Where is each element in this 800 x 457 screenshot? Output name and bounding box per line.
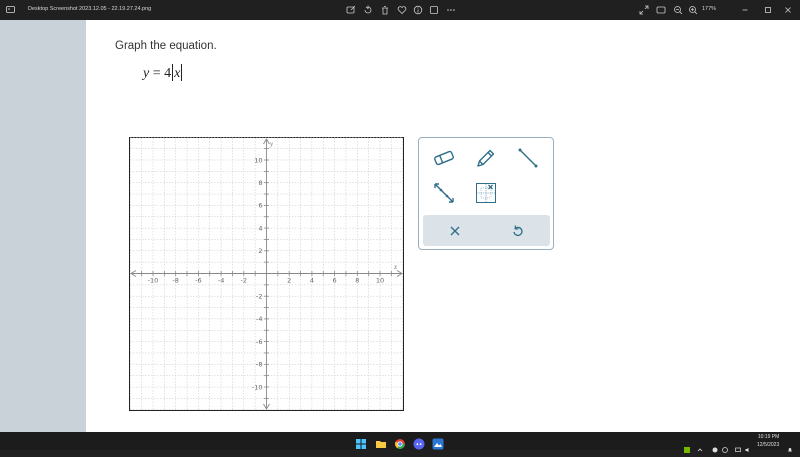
y-tick-label: -6 (256, 338, 262, 346)
question-prompt: Graph the equation. (115, 40, 217, 52)
undo-icon (513, 225, 523, 236)
volume-icon[interactable] (745, 438, 751, 453)
x-tick-label: -2 (241, 277, 247, 285)
y-tick-label: -2 (256, 293, 262, 301)
edit-icon[interactable] (346, 5, 356, 15)
equation-lhs: y (143, 66, 150, 81)
y-tick-label: 4 (258, 224, 262, 232)
y-tick-label: 10 (254, 156, 262, 164)
notification-icon[interactable] (787, 438, 793, 452)
minimize-icon[interactable] (740, 5, 750, 15)
x-tick-label: -4 (218, 277, 224, 285)
line-segment-tool[interactable] (515, 145, 541, 171)
clock[interactable]: 10:19 PM 12/5/2023 (757, 433, 779, 449)
pencil-icon (477, 149, 495, 167)
y-tick-label: -10 (252, 383, 263, 391)
delete-icon[interactable] (380, 5, 390, 15)
nvidia-icon[interactable] (684, 438, 690, 453)
file-explorer-icon[interactable] (375, 435, 387, 448)
chrome-icon[interactable] (394, 435, 406, 449)
expand-icon[interactable] (639, 5, 649, 15)
start-icon[interactable] (355, 435, 367, 449)
taskbar: 10:19 PM 12/5/2023 (0, 432, 800, 453)
x-tick-label: 4 (310, 277, 314, 285)
clear-button[interactable] (444, 220, 466, 242)
network-icon[interactable] (735, 438, 741, 452)
discord-icon[interactable] (413, 435, 425, 450)
info-icon[interactable] (413, 5, 423, 15)
equation-equals: = (152, 66, 161, 81)
x-tick-label: -10 (148, 277, 159, 285)
rotate-icon[interactable] (363, 5, 373, 15)
y-tick-label: -4 (256, 315, 262, 323)
photos-app-icon (6, 5, 15, 14)
graph-tools-panel (418, 137, 554, 250)
point-tool[interactable] (473, 180, 499, 206)
window-title: Desktop Screenshot 2023.12.05 - 22.19.27… (28, 6, 152, 12)
point-grid-icon (476, 183, 496, 203)
abs-bar-left (172, 64, 174, 81)
zoom-out-icon[interactable] (673, 5, 683, 15)
y-tick-label: 6 (258, 202, 262, 210)
x-tick-label: -6 (195, 277, 201, 285)
clock-time: 10:19 PM (757, 434, 780, 440)
y-tick-label: 2 (258, 247, 262, 255)
y-tick-label: -8 (256, 361, 262, 369)
zoom-in-icon[interactable] (688, 5, 698, 15)
x-tick-label: 6 (333, 277, 337, 285)
tool-actions-bar (423, 215, 550, 246)
undo-button[interactable] (507, 220, 529, 242)
y-tick-label: 8 (258, 179, 262, 187)
line-tool[interactable] (431, 180, 457, 206)
x-tick-label: 10 (376, 277, 384, 285)
maximize-icon[interactable] (763, 5, 773, 15)
x-tick-label: -8 (172, 277, 178, 285)
equation: y = 4x (143, 64, 183, 82)
favorite-icon[interactable] (397, 5, 407, 15)
more-icon[interactable] (446, 5, 456, 15)
eraser-icon (434, 150, 454, 166)
clock-date: 12/5/2023 (757, 442, 780, 448)
x-tick-label: 8 (355, 277, 359, 285)
zoom-level[interactable]: 177% (702, 6, 716, 12)
fit-icon[interactable] (656, 5, 666, 15)
close-window-icon[interactable] (783, 5, 793, 15)
x-tick-label: 2 (287, 277, 291, 285)
photos-app-taskbar-icon[interactable] (432, 435, 444, 450)
share-icon[interactable] (429, 5, 439, 15)
equation-coefficient: 4 (164, 66, 172, 81)
title-bar: Desktop Screenshot 2023.12.05 - 22.19.27… (0, 0, 800, 20)
equation-variable: x (174, 66, 181, 81)
app-tray-icon[interactable] (712, 438, 718, 453)
clear-icon (450, 226, 460, 236)
line-icon (434, 183, 454, 203)
page-margin (0, 20, 86, 432)
tray-chevron-icon[interactable] (697, 438, 703, 452)
coordinate-grid[interactable]: -10 -8 -6 -4 -2 2 4 6 8 10108642-2-4-6-8-10 x y (129, 137, 404, 411)
onedrive-icon[interactable] (722, 438, 728, 453)
line-segment-icon (518, 148, 538, 168)
abs-bar-right (181, 64, 183, 81)
pencil-tool[interactable] (473, 145, 499, 171)
eraser-tool[interactable] (431, 145, 457, 171)
